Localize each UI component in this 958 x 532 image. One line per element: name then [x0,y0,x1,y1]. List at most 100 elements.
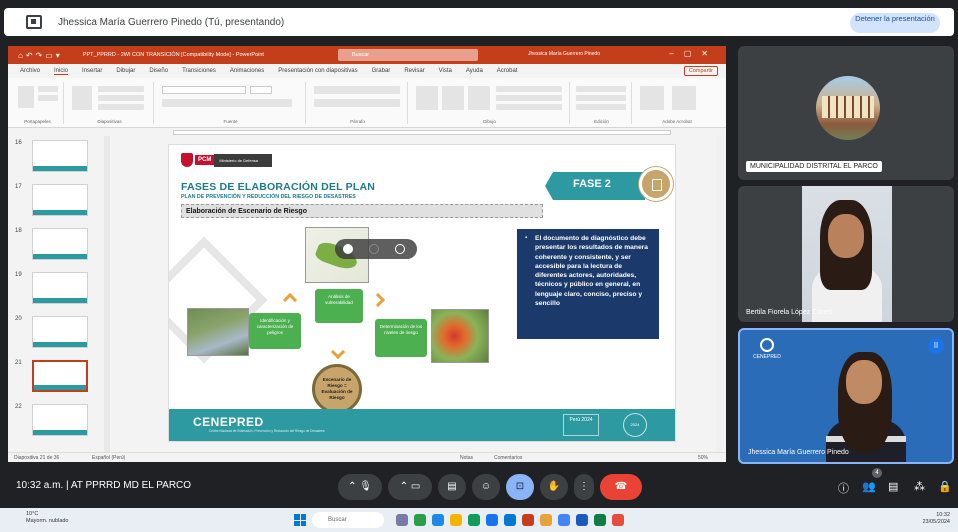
menu-transiciones[interactable]: Transiciones [182,68,216,74]
slide-thumb-17[interactable] [32,184,88,216]
app-icon[interactable] [396,514,408,526]
slide-thumb-16[interactable] [32,140,88,172]
paste-icon[interactable] [18,86,34,108]
align-buttons[interactable] [314,99,400,107]
layout-button[interactable] [98,86,144,92]
zoom-level[interactable]: 50% [698,455,708,461]
share-pdf-icon[interactable] [672,86,696,110]
people-icon[interactable]: 👥 [862,480,876,493]
ribbon-group-label: Diapositivas [97,119,122,124]
section-button[interactable] [98,104,144,110]
slide-thumb-20[interactable] [32,316,88,348]
menu-ayuda[interactable]: Ayuda [466,68,483,74]
document-icon [639,167,673,201]
font-size-select[interactable] [250,86,272,94]
horizontal-ruler [8,128,726,136]
ribbon-group-clipboard: Portapapeles [12,82,64,124]
raise-hand-button[interactable]: ✋ [540,474,568,500]
chrome-taskbar-icon[interactable] [558,514,570,526]
powerpoint-taskbar-icon[interactable] [522,514,534,526]
menu-inicio[interactable]: Inicio [54,68,69,75]
participant-tile-jhessica[interactable]: CENEPRED ǀǀ Jhessica María Guerrero Pine… [738,328,954,464]
participant-tile-bertila[interactable]: Bertila Fiorela López Cúneo [738,186,954,322]
menu-insertar[interactable]: Insertar [82,68,102,74]
pointer-icon[interactable] [343,244,353,254]
end-call-button[interactable]: ☎ [600,474,642,500]
slide-scrollbar[interactable] [716,136,722,456]
info-icon[interactable]: ⓘ [838,480,849,496]
hazard-box: Identificación y caracterización de peli… [249,313,301,349]
quick-styles-icon[interactable] [468,86,490,110]
app-icon[interactable] [468,514,480,526]
quick-access-icons[interactable]: ⌂↶↷▭▾ [18,51,63,60]
shape-outline-button[interactable] [496,95,562,101]
peru-shield-icon [181,153,193,167]
slide-thumb-18[interactable] [32,228,88,260]
chat-icon[interactable]: ▤ [888,480,898,493]
notes-button[interactable]: Notas [460,455,473,461]
app-icon[interactable] [450,514,462,526]
activities-icon[interactable]: ⁂ [914,480,925,493]
app-icon[interactable] [414,514,426,526]
pcm-label: PCM [195,155,215,165]
menu-vista[interactable]: Vista [439,68,452,74]
host-controls-icon[interactable]: 🔒 [938,480,952,493]
window-controls[interactable]: –▢✕ [669,49,718,58]
share-button[interactable]: Compartir [683,66,718,76]
list-buttons[interactable] [314,86,400,94]
slide-thumb-22[interactable] [32,404,88,436]
cut-icon[interactable] [38,86,58,92]
language-status[interactable]: Español (Perú) [92,455,125,461]
menu-revisar[interactable]: Revisar [404,68,424,74]
comments-button[interactable]: Comentarios [494,455,522,461]
word-taskbar-icon[interactable] [576,514,588,526]
presentation-overlay-toolbar [335,239,417,259]
copy-icon[interactable] [38,95,58,101]
font-format-buttons[interactable] [162,99,292,107]
menu-grabar[interactable]: Grabar [372,68,391,74]
shape-fill-button[interactable] [496,86,562,92]
windows-start-icon[interactable] [294,514,306,526]
shape-effects-button[interactable] [496,104,562,110]
slide-thumb-21-selected[interactable] [32,360,88,392]
slide-thumb-19[interactable] [32,272,88,304]
more-options-button[interactable]: ⋮ [574,474,594,500]
landscape-photo [187,308,249,356]
menu-animaciones[interactable]: Animaciones [230,68,264,74]
find-button[interactable] [576,86,626,92]
taskbar-search[interactable]: Buscar [312,512,384,528]
mic-button[interactable]: ⌃ 🎙 [338,474,382,500]
arrange-icon[interactable] [442,86,464,110]
app-icon[interactable] [504,514,516,526]
camera-button[interactable]: ⌃ ▭ [388,474,432,500]
app-icon[interactable] [612,514,624,526]
excel-taskbar-icon[interactable] [594,514,606,526]
new-slide-icon[interactable] [72,86,92,110]
menu-dibujar[interactable]: Dibujar [116,68,135,74]
emoji-button[interactable]: ☺ [472,474,500,500]
shapes-icon[interactable] [416,86,438,110]
participant-tile-municipalidad[interactable]: MUNICIPALIDAD DISTRITAL EL PARCO [738,46,954,180]
weather-widget[interactable]: 10°C Mayorm. nublado [26,511,69,525]
laser-icon[interactable] [369,244,379,254]
thumbnails-scrollbar[interactable] [104,136,110,456]
select-button[interactable] [576,104,626,110]
system-tray[interactable]: 10:32 23/05/2024 [922,512,950,526]
app-icon[interactable] [486,514,498,526]
present-button[interactable]: ⊡ [506,474,534,500]
menu-acrobat[interactable]: Acrobat [497,68,518,74]
create-pdf-icon[interactable] [640,86,664,110]
menu-diseno[interactable]: Diseño [149,68,168,74]
minus-icon[interactable] [395,244,405,254]
current-slide[interactable]: PCM Ministerio de Defensa FASES DE ELABO… [168,144,676,442]
font-family-select[interactable] [162,86,246,94]
replace-button[interactable] [576,95,626,101]
menu-presentacion[interactable]: Presentación con diapositivas [278,68,357,74]
captions-button[interactable]: ▤ [438,474,466,500]
ppt-search-input[interactable]: Buscar [338,49,478,61]
app-icon[interactable] [540,514,552,526]
menu-archivo[interactable]: Archivo [20,68,40,74]
stop-presenting-button[interactable]: Detener la presentación [850,13,940,33]
app-icon[interactable] [432,514,444,526]
reset-button[interactable] [98,95,144,101]
